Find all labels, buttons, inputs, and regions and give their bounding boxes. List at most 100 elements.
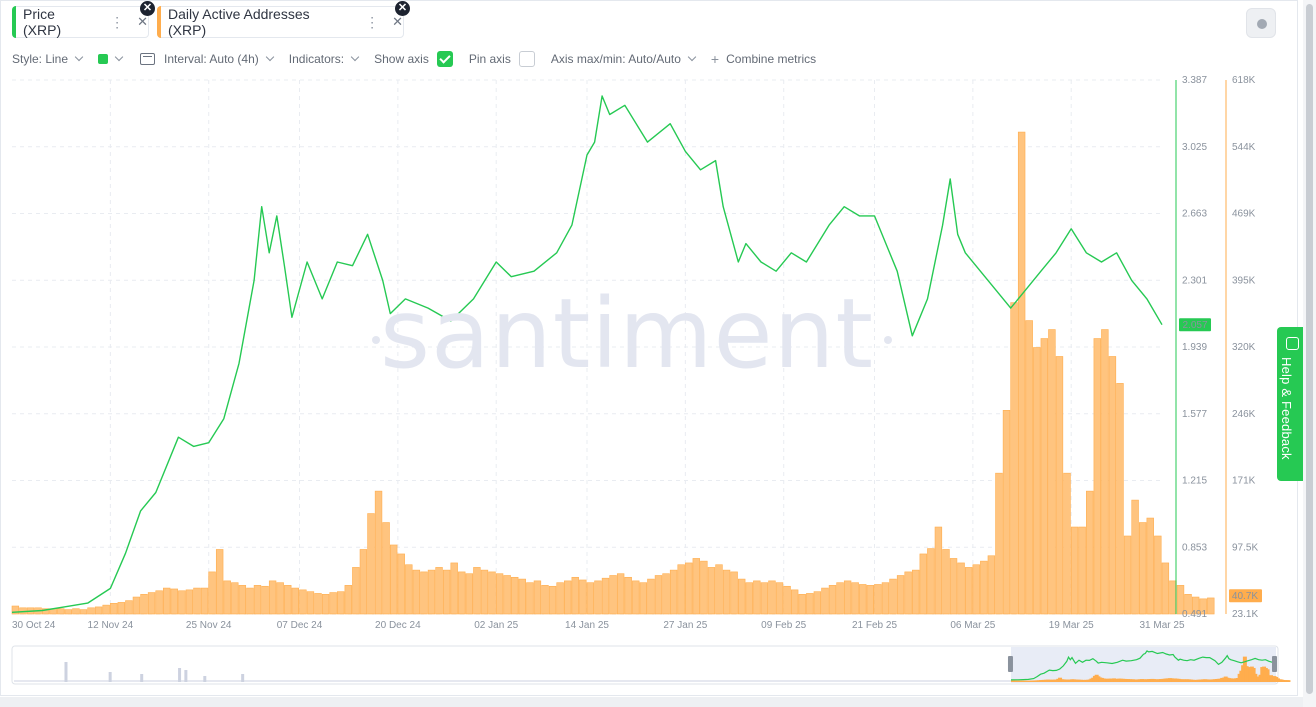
- addresses-tick-label: 395K: [1232, 275, 1256, 286]
- addresses-bar: [533, 580, 542, 615]
- addresses-bar: [730, 571, 738, 615]
- addresses-bar: [624, 576, 632, 615]
- addresses-bar: [79, 609, 88, 615]
- navigator-selection: [1010, 647, 1276, 683]
- addresses-bar: [246, 587, 254, 615]
- addresses-bar: [94, 606, 103, 615]
- addresses-bar: [412, 569, 421, 615]
- addresses-bar: [223, 580, 231, 615]
- addresses-bar: [473, 567, 481, 615]
- x-tick-label: 20 Dec 24: [375, 620, 421, 631]
- addresses-bar: [594, 580, 602, 615]
- addresses-bar: [185, 589, 194, 615]
- addresses-bar: [919, 553, 927, 615]
- addresses-bar: [1078, 526, 1086, 615]
- addresses-bar: [306, 591, 315, 615]
- addresses-bar: [1033, 347, 1041, 615]
- addresses-bar: [934, 526, 943, 615]
- x-tick-label: 19 Mar 25: [1049, 620, 1094, 631]
- addresses-bar: [495, 573, 504, 615]
- addresses-bar: [1131, 499, 1139, 615]
- addresses-bar: [745, 582, 753, 615]
- addresses-bar: [352, 567, 360, 615]
- addresses-bar: [238, 585, 247, 615]
- addresses-bar: [889, 578, 897, 615]
- addresses-bar: [200, 587, 209, 615]
- addresses-bar: [193, 587, 201, 615]
- addresses-bar: [526, 582, 534, 615]
- x-tick-label: 25 Nov 24: [186, 620, 232, 631]
- addresses-bar: [669, 569, 678, 615]
- addresses-bar: [881, 582, 890, 615]
- addresses-bar: [253, 585, 262, 615]
- addresses-tick-label: 469K: [1232, 209, 1256, 220]
- addresses-bar: [110, 603, 118, 615]
- addresses-bar: [1086, 490, 1094, 615]
- addresses-bar: [707, 567, 716, 615]
- addresses-bar: [268, 580, 277, 615]
- addresses-bar: [374, 490, 383, 615]
- addresses-bar: [420, 571, 428, 615]
- addresses-tick-label: 544K: [1232, 142, 1256, 153]
- addresses-bar: [518, 578, 526, 615]
- addresses-bar: [397, 553, 405, 615]
- addresses-bar: [843, 580, 852, 615]
- addresses-bar: [1010, 302, 1018, 615]
- addresses-bar: [359, 549, 368, 615]
- addresses-bar: [284, 585, 292, 615]
- addresses-bar: [1139, 522, 1147, 615]
- price-tick-label: 2.663: [1182, 209, 1207, 220]
- addresses-bar: [480, 569, 489, 615]
- addresses-bar: [586, 582, 595, 615]
- addresses-bar: [72, 608, 80, 615]
- addresses-bar: [1002, 410, 1011, 615]
- addresses-bar: [147, 592, 156, 615]
- addresses-bar: [541, 585, 549, 615]
- addresses-bar: [276, 582, 284, 615]
- addresses-bar: [1025, 320, 1033, 615]
- x-tick-label: 09 Feb 25: [761, 620, 806, 631]
- page-scrollbar[interactable]: [1303, 0, 1316, 707]
- addresses-bar: [261, 585, 269, 615]
- addresses-bar: [601, 577, 610, 615]
- addresses-bar: [775, 582, 784, 615]
- addresses-bar: [821, 587, 829, 615]
- addresses-bar: [405, 564, 413, 615]
- navigator-history-bar: [184, 670, 188, 682]
- addresses-bar: [299, 589, 307, 615]
- addresses-bar: [458, 571, 466, 615]
- scrollbar-thumb[interactable]: [1306, 4, 1313, 694]
- addresses-bar: [783, 585, 791, 615]
- addresses-bar: [337, 591, 345, 615]
- x-tick-label: 07 Dec 24: [277, 620, 323, 631]
- addresses-bar: [1123, 535, 1132, 615]
- addresses-bar: [488, 571, 496, 615]
- addresses-bar: [132, 596, 141, 615]
- navigator-handle-right: [1272, 656, 1277, 672]
- addresses-bar: [987, 555, 996, 615]
- x-tick-label: 02 Jan 25: [474, 620, 518, 631]
- addresses-bar: [102, 604, 110, 615]
- price-tick-label: 3.025: [1182, 142, 1207, 153]
- addresses-bar: [208, 571, 216, 615]
- addresses-bar: [896, 575, 905, 615]
- x-tick-label: 21 Feb 25: [852, 620, 897, 631]
- addresses-bar: [1017, 131, 1026, 615]
- addresses-bar: [1048, 329, 1056, 615]
- addresses-bar: [140, 594, 148, 615]
- addresses-tick-label: 246K: [1232, 409, 1256, 420]
- addresses-bar: [1116, 383, 1124, 615]
- addresses-bar: [344, 585, 352, 615]
- addresses-tick-label: 23.1K: [1232, 609, 1258, 620]
- addresses-bar: [291, 587, 299, 615]
- addresses-bar: [548, 585, 557, 615]
- addresses-bar: [964, 567, 973, 615]
- addresses-bar: [836, 582, 844, 615]
- santiment-watermark: santiment: [371, 278, 893, 390]
- current-addresses-label: 40.7K: [1232, 591, 1258, 602]
- feedback-icon: [1286, 337, 1299, 350]
- addresses-bar: [1040, 338, 1049, 615]
- addresses-bar: [677, 564, 685, 615]
- addresses-bar: [1154, 535, 1162, 615]
- help-feedback-label: Help & Feedback: [1279, 357, 1294, 460]
